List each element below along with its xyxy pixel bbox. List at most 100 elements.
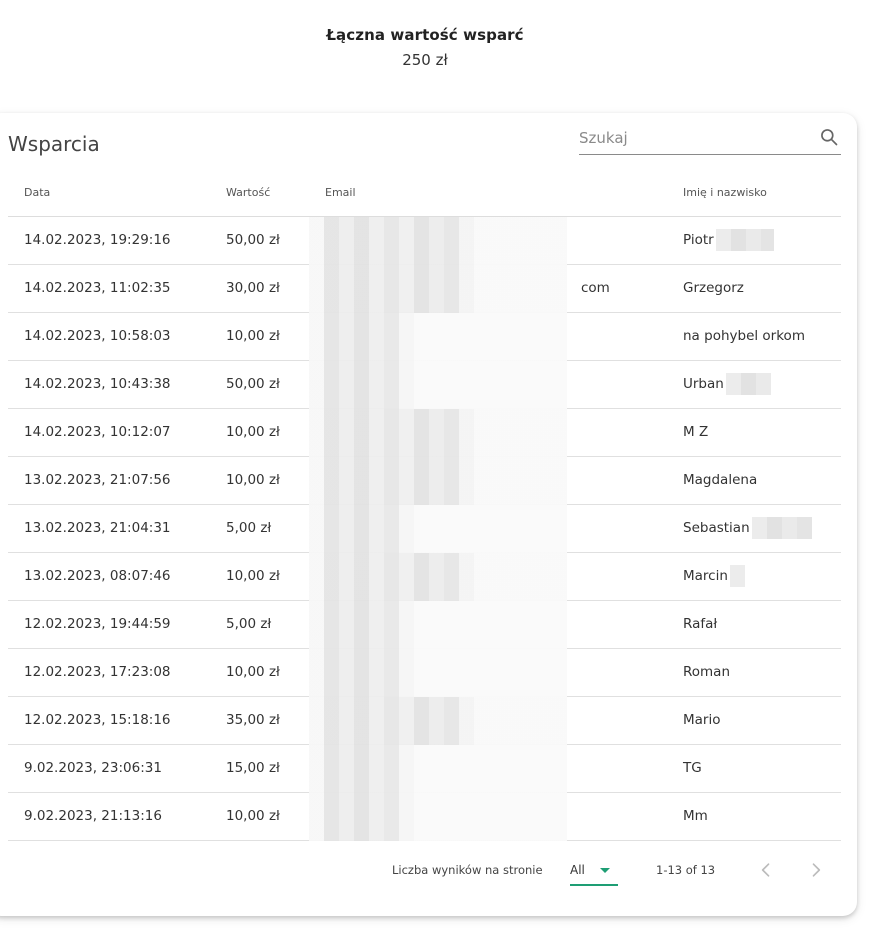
chevron-left-icon[interactable] — [756, 860, 776, 880]
cell-date: 14.02.2023, 11:02:35 — [8, 264, 210, 313]
table-row[interactable]: 14.02.2023, 10:58:03 10,00 zł na pohybel… — [8, 312, 841, 361]
table-row[interactable]: 14.02.2023, 11:02:35 30,00 zł com Grzego… — [8, 264, 841, 313]
name-text: Urban — [683, 376, 724, 392]
redaction-block — [309, 408, 567, 457]
cell-date: 13.02.2023, 08:07:46 — [8, 552, 210, 601]
chevron-right-icon[interactable] — [806, 860, 826, 880]
redaction-block — [309, 216, 567, 265]
redaction-block — [751, 517, 812, 539]
redaction-block — [309, 600, 567, 649]
cell-name: Grzegorz — [667, 264, 841, 313]
cell-date: 14.02.2023, 10:12:07 — [8, 408, 210, 457]
cell-value: 10,00 zł — [210, 552, 309, 601]
cell-value: 10,00 zł — [210, 456, 309, 505]
cell-email — [309, 408, 667, 457]
search-icon[interactable] — [819, 127, 839, 147]
table-row[interactable]: 13.02.2023, 21:07:56 10,00 zł Magdalena — [8, 456, 841, 505]
redaction-block — [309, 264, 567, 313]
table-row[interactable]: 13.02.2023, 21:04:31 5,00 zł Sebastian — [8, 504, 841, 553]
redaction-block — [309, 504, 567, 553]
redaction-block — [309, 552, 567, 601]
cell-date: 14.02.2023, 10:43:38 — [8, 360, 210, 409]
cell-email — [309, 648, 667, 697]
cell-date: 13.02.2023, 21:07:56 — [8, 456, 210, 505]
cell-date: 12.02.2023, 19:44:59 — [8, 600, 210, 649]
cell-email — [309, 600, 667, 649]
summary: Łączna wartość wsparć 250 zł — [0, 26, 850, 69]
donations-card: Wsparcia Data Wartość Email Imię i nazwi… — [0, 113, 857, 916]
cell-date: 14.02.2023, 10:58:03 — [8, 312, 210, 361]
cell-name: Magdalena — [667, 456, 841, 505]
table-row[interactable]: 13.02.2023, 08:07:46 10,00 zł Marcin — [8, 552, 841, 601]
rows-per-page-label: Liczba wyników na stronie — [392, 863, 543, 877]
donations-table: Data Wartość Email Imię i nazwisko 14.02… — [8, 169, 841, 841]
cell-email — [309, 504, 667, 553]
cell-value: 35,00 zł — [210, 696, 309, 745]
name-text: Sebastian — [683, 520, 750, 536]
column-header-value[interactable]: Wartość — [210, 169, 309, 217]
email-text: com — [581, 280, 610, 296]
cell-name: Mm — [667, 792, 841, 841]
table-row[interactable]: 12.02.2023, 19:44:59 5,00 zł Rafał — [8, 600, 841, 649]
cell-value: 10,00 zł — [210, 792, 309, 841]
cell-name: Sebastian — [667, 504, 841, 553]
summary-title: Łączna wartość wsparć — [326, 26, 524, 44]
table-row[interactable]: 12.02.2023, 17:23:08 10,00 zł Roman — [8, 648, 841, 697]
cell-email: com — [309, 264, 667, 313]
cell-value: 30,00 zł — [210, 264, 309, 313]
cell-email — [309, 312, 667, 361]
cell-value: 50,00 zł — [210, 216, 309, 265]
table-header-row: Data Wartość Email Imię i nazwisko — [8, 169, 841, 217]
redaction-block — [309, 792, 567, 841]
cell-value: 10,00 zł — [210, 312, 309, 361]
cell-email — [309, 360, 667, 409]
cell-name: Mario — [667, 696, 841, 745]
name-text: Marcin — [683, 568, 728, 584]
table-row[interactable]: 12.02.2023, 15:18:16 35,00 zł Mario — [8, 696, 841, 745]
cell-date: 12.02.2023, 15:18:16 — [8, 696, 210, 745]
cell-email — [309, 696, 667, 745]
redaction-block — [309, 696, 567, 745]
table-row[interactable]: 9.02.2023, 23:06:31 15,00 zł TG — [8, 744, 841, 793]
column-header-email[interactable]: Email — [309, 169, 667, 217]
redaction-block — [715, 229, 774, 251]
cell-value: 5,00 zł — [210, 504, 309, 553]
pagination-footer: Liczba wyników na stronie All 1-13 of 13 — [0, 842, 857, 902]
cell-name: Piotr — [667, 216, 841, 265]
redaction-block — [729, 565, 745, 587]
redaction-block — [309, 456, 567, 505]
cell-email — [309, 456, 667, 505]
table-row[interactable]: 14.02.2023, 19:29:16 50,00 zł Piotr — [8, 216, 841, 265]
cell-name: TG — [667, 744, 841, 793]
table-row[interactable]: 9.02.2023, 21:13:16 10,00 zł Mm — [8, 792, 841, 841]
cell-value: 10,00 zł — [210, 408, 309, 457]
cell-name: M Z — [667, 408, 841, 457]
cell-value: 50,00 zł — [210, 360, 309, 409]
pagination-range: 1-13 of 13 — [656, 863, 716, 877]
cell-date: 14.02.2023, 19:29:16 — [8, 216, 210, 265]
rows-per-page-value[interactable]: All — [570, 863, 585, 877]
cell-date: 9.02.2023, 21:13:16 — [8, 792, 210, 841]
redaction-block — [309, 744, 567, 793]
redaction-block — [309, 648, 567, 697]
column-header-date[interactable]: Data — [8, 169, 210, 217]
cell-date: 13.02.2023, 21:04:31 — [8, 504, 210, 553]
redaction-block — [725, 373, 771, 395]
column-header-name[interactable]: Imię i nazwisko — [667, 169, 841, 217]
caret-down-icon[interactable] — [600, 868, 610, 873]
cell-email — [309, 792, 667, 841]
cell-date: 9.02.2023, 23:06:31 — [8, 744, 210, 793]
search-input[interactable] — [579, 127, 804, 149]
cell-name: Rafał — [667, 600, 841, 649]
table-row[interactable]: 14.02.2023, 10:12:07 10,00 zł M Z — [8, 408, 841, 457]
table-title: Wsparcia — [8, 132, 100, 156]
cell-name: na pohybel orkom — [667, 312, 841, 361]
search-field[interactable] — [579, 123, 841, 155]
cell-email — [309, 216, 667, 265]
table-row[interactable]: 14.02.2023, 10:43:38 50,00 zł Urban — [8, 360, 841, 409]
rows-per-page-select[interactable]: All — [570, 856, 618, 886]
cell-date: 12.02.2023, 17:23:08 — [8, 648, 210, 697]
redaction-block — [309, 312, 567, 361]
cell-value: 10,00 zł — [210, 648, 309, 697]
name-text: Piotr — [683, 232, 714, 248]
